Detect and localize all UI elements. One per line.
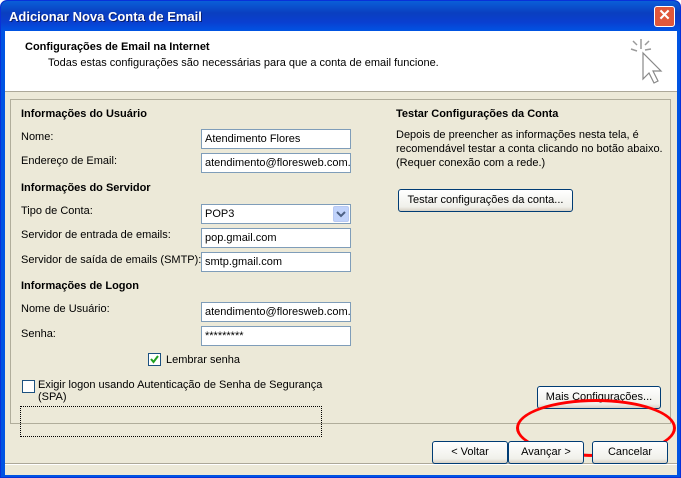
- incoming-server-input[interactable]: pop.gmail.com: [201, 228, 351, 248]
- back-button[interactable]: < Voltar: [432, 441, 508, 464]
- username-input[interactable]: atendimento@floresweb.com.: [201, 302, 351, 322]
- sparkle-cursor-icon: [630, 39, 663, 84]
- remember-password-checkbox[interactable]: [148, 353, 161, 366]
- outgoing-server-label: Servidor de saída de emails (SMTP):: [21, 254, 202, 266]
- spa-label: Exigir logon usando Autenticação de Senh…: [38, 379, 322, 403]
- close-button[interactable]: ✕: [654, 6, 675, 27]
- user-info-heading: Informações do Usuário: [21, 108, 147, 120]
- password-input[interactable]: *********: [201, 326, 351, 346]
- dropdown-button[interactable]: [333, 206, 349, 222]
- server-info-heading: Informações do Servidor: [21, 182, 151, 194]
- password-label: Senha:: [21, 328, 56, 340]
- account-type-value: POP3: [205, 208, 235, 220]
- dialog-client-area: Configurações de Email na Internet Todas…: [5, 31, 677, 475]
- name-label: Nome:: [21, 131, 54, 143]
- footer-separator-highlight: [5, 464, 677, 465]
- email-input[interactable]: atendimento@floresweb.com.: [201, 153, 351, 173]
- outgoing-server-input[interactable]: smtp.gmail.com: [201, 252, 351, 272]
- spa-checkbox[interactable]: [22, 380, 35, 393]
- name-input[interactable]: Atendimento Flores: [201, 129, 351, 149]
- checkmark-icon: [150, 355, 159, 364]
- wizard-header: Configurações de Email na Internet Todas…: [5, 31, 677, 92]
- window-title: Adicionar Nova Conta de Email: [9, 9, 202, 24]
- account-type-label: Tipo de Conta:: [21, 205, 93, 217]
- incoming-server-label: Servidor de entrada de emails:: [21, 229, 171, 241]
- account-type-select[interactable]: POP3: [201, 204, 351, 224]
- header-subtitle: Todas estas configurações são necessária…: [48, 57, 439, 69]
- logon-info-heading: Informações de Logon: [21, 280, 139, 292]
- cancel-button[interactable]: Cancelar: [592, 441, 668, 464]
- spa-label-line2: (SPA): [38, 391, 67, 403]
- chevron-down-icon: [336, 211, 346, 218]
- close-icon: ✕: [658, 7, 671, 24]
- test-account-button[interactable]: Testar configurações da conta...: [398, 189, 573, 212]
- test-description: Depois de preencher as informações nesta…: [396, 129, 663, 169]
- spa-focus-box: [20, 406, 322, 437]
- remember-password-label: Lembrar senha: [166, 354, 240, 366]
- test-settings-heading: Testar Configurações da Conta: [396, 108, 559, 120]
- next-button[interactable]: Avançar >: [508, 441, 584, 464]
- title-bar[interactable]: Adicionar Nova Conta de Email ✕: [1, 1, 680, 31]
- spa-label-line1: Exigir logon usando Autenticação de Senh…: [38, 379, 323, 391]
- dialog-window: Adicionar Nova Conta de Email ✕ Configur…: [0, 0, 681, 478]
- username-label: Nome de Usuário:: [21, 303, 110, 315]
- email-label: Endereço de Email:: [21, 155, 117, 167]
- header-title: Configurações de Email na Internet: [25, 41, 210, 53]
